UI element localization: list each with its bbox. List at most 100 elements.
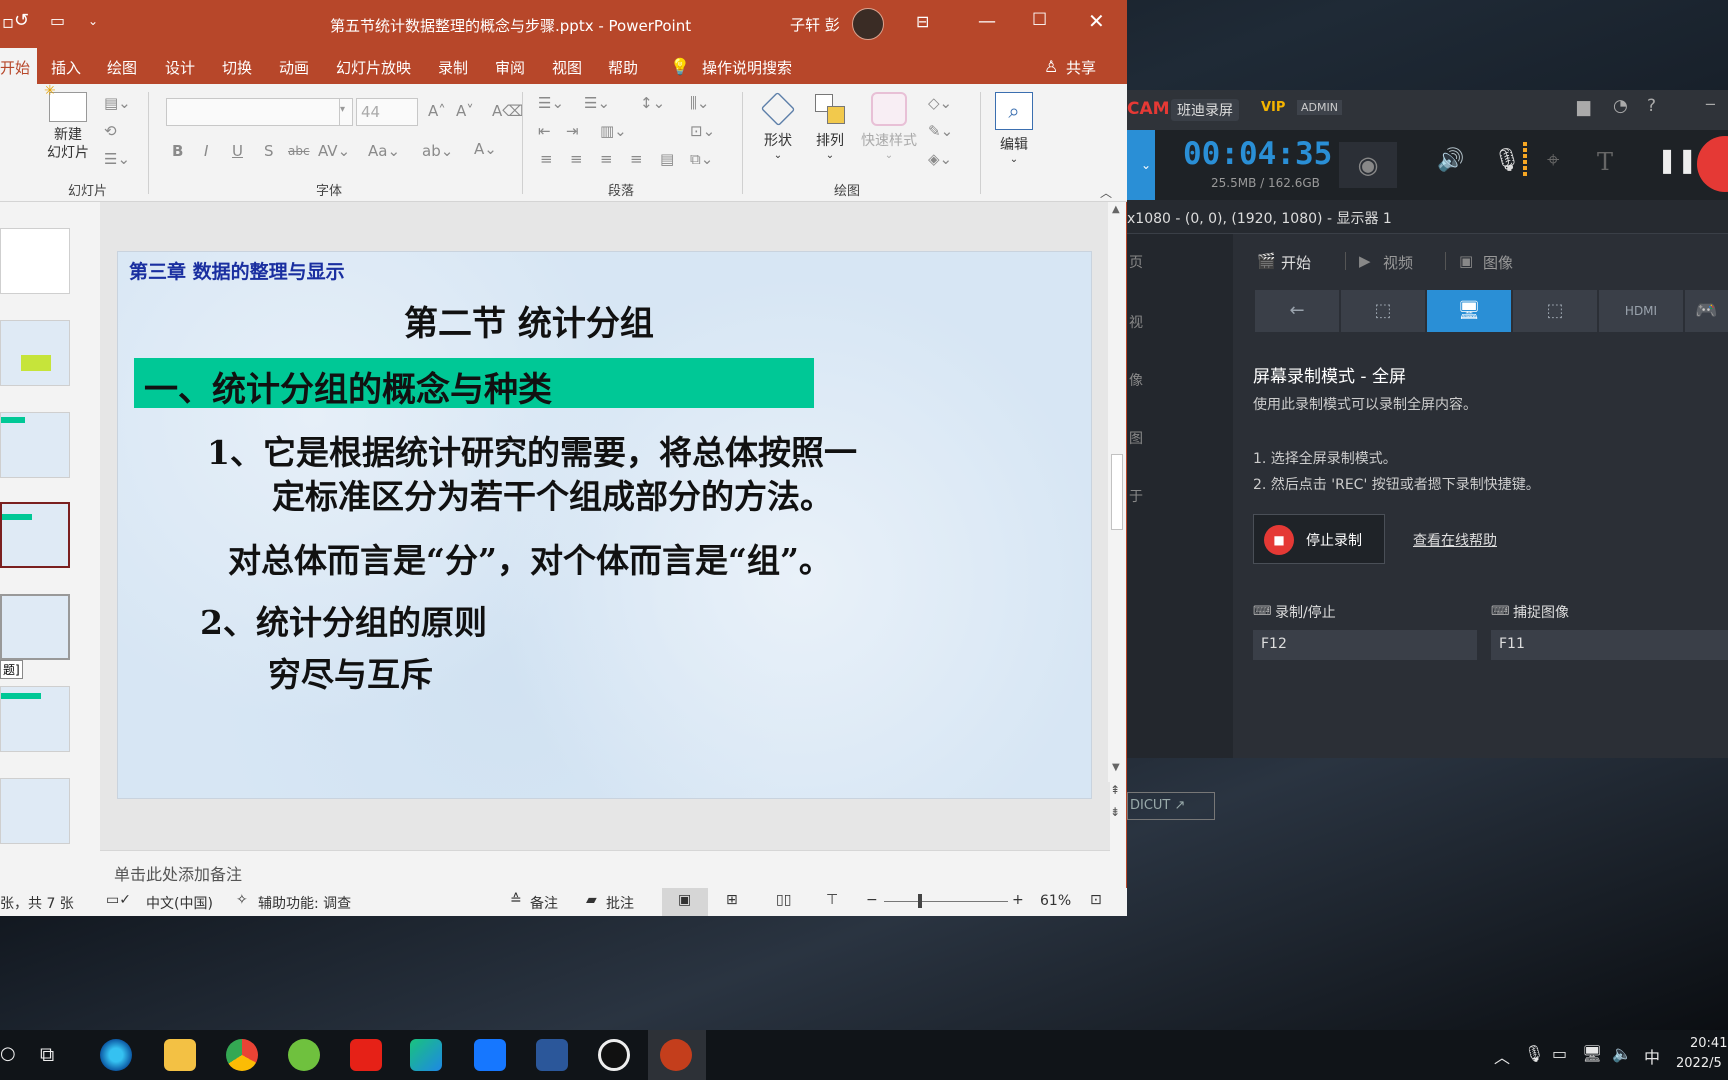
char-spacing-icon[interactable]: AV⌄ <box>318 142 350 160</box>
new-slide-button[interactable]: ✳ 新建 幻灯片 <box>40 83 96 162</box>
tab-animations[interactable]: 动画 <box>279 57 309 78</box>
tab-draw[interactable]: 绘图 <box>107 57 137 78</box>
align-center-icon[interactable]: ≡ <box>570 150 583 168</box>
zoom-slider[interactable] <box>884 901 1008 902</box>
sidebar-item[interactable]: 图 <box>1129 428 1143 448</box>
zoom-slider-thumb[interactable] <box>918 894 922 908</box>
smartart-icon[interactable]: ⧉⌄ <box>690 150 713 168</box>
ime-indicator[interactable]: 中 <box>1644 1044 1660 1068</box>
spellcheck-icon[interactable]: ▭✓ <box>106 892 131 908</box>
highlight-icon[interactable]: ab⌄ <box>422 142 453 160</box>
scroll-down-icon[interactable]: ▼ <box>1112 762 1120 773</box>
mouse-area-mode-button[interactable]: ⬚ <box>1513 290 1597 332</box>
minimize-icon[interactable]: ‒ <box>1705 94 1716 114</box>
shrink-font-icon[interactable]: A˅ <box>456 102 474 120</box>
grow-font-icon[interactable]: A˄ <box>428 102 446 120</box>
font-size-input[interactable]: 44 <box>356 98 418 126</box>
target-dropdown[interactable]: ⌄ <box>1127 130 1155 200</box>
comments-button[interactable]: 批注 <box>606 893 634 913</box>
chevron-down-icon[interactable]: ▾ <box>339 98 353 126</box>
tab-design[interactable]: 设计 <box>165 57 195 78</box>
distributed-icon[interactable]: ▤ <box>660 150 674 168</box>
present-icon[interactable]: ▭ <box>50 11 65 30</box>
numbering-icon[interactable]: ☰⌄ <box>584 94 610 112</box>
zoom-out-icon[interactable]: − <box>866 892 878 908</box>
bandicam-taskbar-icon[interactable] <box>598 1039 630 1071</box>
sidebar-item[interactable]: 页 <box>1129 252 1143 272</box>
tab-insert[interactable]: 插入 <box>51 57 81 78</box>
record-hotkey-input[interactable]: F12 <box>1253 630 1477 660</box>
language-status[interactable]: 中文(中国) <box>146 893 213 913</box>
tell-me-search[interactable]: 操作说明搜索 <box>702 57 792 78</box>
tab-help[interactable]: 帮助 <box>608 57 638 78</box>
increase-indent-icon[interactable]: ⇥ <box>566 122 579 140</box>
strikethrough-icon[interactable]: abc <box>288 144 310 158</box>
battery-icon[interactable]: ▭ <box>1552 1044 1567 1063</box>
shape-fill-icon[interactable]: ◇⌄ <box>928 94 952 112</box>
webcam-icon[interactable]: ◉ <box>1339 142 1397 188</box>
share-button[interactable]: 共享 <box>1066 57 1096 78</box>
slide-thumbnail[interactable] <box>0 412 70 478</box>
font-color-icon[interactable]: A⌄ <box>474 140 497 158</box>
vertical-scrollbar[interactable]: ▲ ▼ <box>1108 202 1126 782</box>
text-direction-icon[interactable]: ⫼⌄ <box>690 94 709 112</box>
notes-pane[interactable]: 单击此处添加备注 <box>100 850 1110 888</box>
notes-button[interactable]: 备注 <box>530 893 558 913</box>
zoom-level[interactable]: 61% <box>1040 893 1071 909</box>
tab-review[interactable]: 审阅 <box>495 57 525 78</box>
align-right-icon[interactable]: ≡ <box>600 150 613 168</box>
online-help-link[interactable]: 查看在线帮助 <box>1413 530 1497 550</box>
arrange-button[interactable]: 排列 ⌄ <box>808 92 852 161</box>
undo-icon[interactable]: ↺ <box>14 10 29 31</box>
fullscreen-mode-button[interactable]: 🖥 <box>1427 290 1511 332</box>
zoom-in-icon[interactable]: + <box>1012 892 1024 908</box>
microphone-icon[interactable]: 🎙 <box>1524 1044 1544 1063</box>
tab-home[interactable]: 开始 <box>0 48 37 84</box>
clear-format-icon[interactable]: A⌫ <box>492 102 523 120</box>
show-hidden-icons[interactable]: ︿ <box>1494 1044 1510 1068</box>
stop-recording-button[interactable]: ■ 停止录制 <box>1253 514 1385 564</box>
bandicut-link[interactable]: DICUT ↗ <box>1127 792 1215 820</box>
decrease-indent-icon[interactable]: ⇤ <box>538 122 551 140</box>
speaker-icon[interactable]: 🔊 <box>1437 148 1464 173</box>
customize-qat-icon[interactable]: ⌄ <box>88 14 98 28</box>
clock-date[interactable]: 2022/5 <box>1676 1056 1722 1071</box>
collapse-ribbon-icon[interactable]: ︿ <box>1100 184 1112 201</box>
shape-effects-icon[interactable]: ◈⌄ <box>928 150 952 168</box>
powerpoint-taskbar-button[interactable] <box>648 1030 706 1080</box>
close-icon[interactable]: ✕ <box>1088 9 1105 33</box>
video-app-icon[interactable] <box>350 1039 382 1071</box>
network-icon[interactable]: 🖥 <box>1582 1044 1602 1063</box>
next-slide-icon[interactable]: ⇟ <box>1110 805 1120 819</box>
slide-thumbnail[interactable] <box>0 228 70 294</box>
record-button[interactable] <box>1697 136 1728 192</box>
change-case-icon[interactable]: Aa⌄ <box>368 142 400 160</box>
quick-styles-button[interactable]: 快速样式 ⌄ <box>856 92 922 161</box>
microphone-icon[interactable]: 🎙 <box>1493 148 1521 173</box>
underline-icon[interactable]: U <box>232 142 243 160</box>
fit-slide-icon[interactable]: ⊡ <box>1090 892 1102 908</box>
previous-slide-icon[interactable]: ⇞ <box>1110 783 1120 797</box>
bold-icon[interactable]: B <box>172 142 183 160</box>
pause-icon[interactable]: ❚❚ <box>1657 146 1697 174</box>
shapes-button[interactable]: 形状 ⌄ <box>756 91 800 161</box>
clock-icon[interactable]: ◔ <box>1613 96 1628 116</box>
capture-hotkey-input[interactable]: F11 <box>1491 630 1728 660</box>
tab-home[interactable]: 开始 <box>1281 252 1311 273</box>
help-icon[interactable]: ? <box>1647 96 1656 116</box>
columns-icon[interactable]: ▥⌄ <box>600 122 627 140</box>
line-spacing-icon[interactable]: ↕⌄ <box>640 94 665 112</box>
player-icon[interactable] <box>410 1039 442 1071</box>
word-icon[interactable] <box>536 1039 568 1071</box>
folder-icon[interactable]: ▆ <box>1577 97 1590 117</box>
app-icon[interactable] <box>474 1039 506 1071</box>
bullets-icon[interactable]: ☰⌄ <box>538 94 564 112</box>
scroll-up-icon[interactable]: ▲ <box>1112 204 1120 215</box>
scroll-thumb[interactable] <box>1111 454 1123 530</box>
italic-icon[interactable]: I <box>204 142 208 160</box>
minimize-icon[interactable]: — <box>978 11 996 32</box>
search-icon[interactable]: ○ <box>0 1043 16 1064</box>
tab-transitions[interactable]: 切换 <box>222 57 252 78</box>
user-name[interactable]: 子轩 彭 <box>790 14 840 35</box>
sidebar-item[interactable]: 于 <box>1129 486 1143 506</box>
